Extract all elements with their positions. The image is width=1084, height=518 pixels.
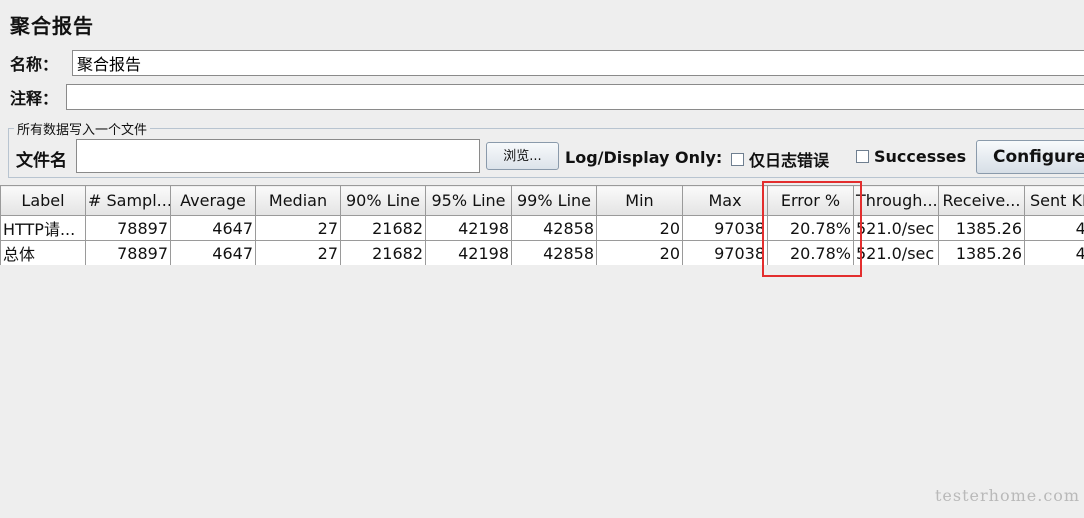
cell-min: 20 [596, 215, 683, 241]
filename-label: 文件名 [16, 151, 67, 171]
col-header-95-line[interactable]: 95% Line [425, 185, 512, 216]
watermark: testerhome.com [935, 486, 1081, 505]
cell-min: 20 [596, 240, 683, 265]
cell-received-kb: 1385.26 [938, 240, 1025, 265]
cell-95-line: 42198 [425, 215, 512, 241]
comment-input[interactable] [66, 84, 1084, 110]
col-header-99-line[interactable]: 99% Line [511, 185, 597, 216]
table-row[interactable]: HTTP请... 78897 4647 27 21682 42198 42858… [0, 215, 1084, 241]
col-header-sent-kb[interactable]: Sent KB [1024, 185, 1084, 216]
errors-only-option[interactable]: 仅日志错误 [731, 147, 829, 171]
cell-label: 总体 [0, 240, 86, 265]
cell-average: 4647 [170, 240, 256, 265]
cell-90-line: 21682 [340, 215, 426, 241]
cell-error-pct: 20.78% [767, 215, 854, 241]
errors-only-label: 仅日志错误 [749, 151, 830, 170]
filename-input[interactable] [76, 139, 480, 173]
name-input[interactable] [72, 50, 1084, 76]
log-display-label: Log/Display Only: [565, 148, 723, 167]
cell-max: 97038 [682, 215, 768, 241]
cell-received-kb: 1385.26 [938, 215, 1025, 241]
cell-90-line: 21682 [340, 240, 426, 265]
cell-median: 27 [255, 240, 341, 265]
successes-checkbox[interactable] [856, 150, 869, 163]
successes-option[interactable]: Successes [856, 147, 966, 166]
col-header-min[interactable]: Min [596, 185, 683, 216]
cell-max: 97038 [682, 240, 768, 265]
col-header-samples[interactable]: # Sampl... [85, 185, 171, 216]
cell-average: 4647 [170, 215, 256, 241]
table-row[interactable]: 总体 78897 4647 27 21682 42198 42858 20 97… [0, 240, 1084, 265]
panel-title: 聚合报告 [10, 14, 94, 38]
col-header-median[interactable]: Median [255, 185, 341, 216]
table-header-row: Label # Sampl... Average Median 90% Line… [0, 185, 1084, 216]
comment-row: 注释： [10, 84, 1084, 110]
cell-throughput: 521.0/sec [853, 215, 939, 241]
cell-99-line: 42858 [511, 215, 597, 241]
cell-label: HTTP请... [0, 215, 86, 241]
configure-button[interactable]: Configure [976, 140, 1084, 174]
col-header-90-line[interactable]: 90% Line [340, 185, 426, 216]
cell-throughput: 521.0/sec [853, 240, 939, 265]
cell-sent-kb: 46 [1024, 240, 1084, 265]
col-header-error-pct[interactable]: Error % [767, 185, 854, 216]
results-table-container: Label # Sampl... Average Median 90% Line… [0, 185, 1084, 265]
cell-99-line: 42858 [511, 240, 597, 265]
name-label: 名称： [10, 55, 59, 74]
file-group-title: 所有数据写入一个文件 [14, 119, 151, 138]
results-table: Label # Sampl... Average Median 90% Line… [0, 185, 1084, 265]
cell-error-pct: 20.78% [767, 240, 854, 265]
cell-95-line: 42198 [425, 240, 512, 265]
errors-only-checkbox[interactable] [731, 152, 744, 166]
col-header-max[interactable]: Max [682, 185, 768, 216]
name-row: 名称： [10, 50, 1084, 76]
comment-label: 注释： [10, 89, 59, 108]
cell-median: 27 [255, 215, 341, 241]
col-header-average[interactable]: Average [170, 185, 256, 216]
cell-samples: 78897 [85, 240, 171, 265]
cell-sent-kb: 46 [1024, 215, 1084, 241]
col-header-throughput[interactable]: Through... [853, 185, 939, 216]
successes-label: Successes [874, 147, 967, 166]
col-header-label[interactable]: Label [0, 185, 86, 216]
col-header-received-kb[interactable]: Receive... [938, 185, 1025, 216]
cell-samples: 78897 [85, 215, 171, 241]
browse-button[interactable]: 浏览... [486, 142, 559, 170]
